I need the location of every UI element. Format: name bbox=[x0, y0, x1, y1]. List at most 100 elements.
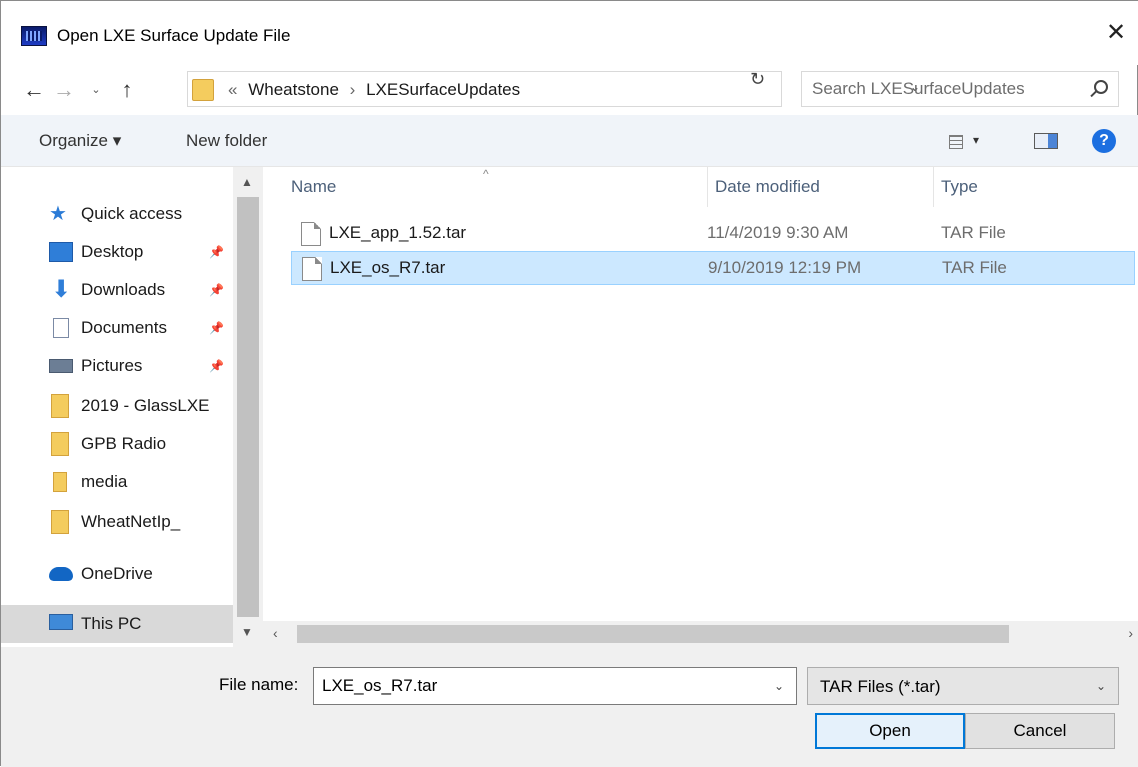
folder-icon bbox=[51, 394, 69, 418]
scroll-left-icon[interactable]: ‹ bbox=[273, 625, 278, 641]
app-icon bbox=[21, 26, 47, 46]
sidebar-item-media[interactable]: media bbox=[1, 463, 233, 501]
folder-icon bbox=[51, 432, 69, 456]
scrollbar-thumb[interactable] bbox=[297, 625, 1009, 643]
recent-locations-button[interactable]: ⌄ bbox=[83, 75, 109, 105]
scroll-down-icon[interactable]: ▼ bbox=[241, 625, 253, 639]
sidebar-item-2019-glasslxe[interactable]: 2019 - GlassLXE bbox=[1, 387, 233, 425]
breadcrumb: « Wheatstone › LXESurfaceUpdates bbox=[222, 80, 520, 100]
sidebar-item-documents[interactable]: Documents 📌 bbox=[1, 309, 233, 347]
change-view-icon[interactable] bbox=[949, 135, 963, 149]
column-label: Date modified bbox=[715, 177, 820, 196]
file-date: 11/4/2019 9:30 AM bbox=[707, 223, 849, 242]
sidebar-item-desktop[interactable]: Desktop 📌 bbox=[1, 233, 233, 271]
folder-icon bbox=[192, 79, 214, 101]
file-name: LXE_app_1.52.tar bbox=[329, 223, 467, 242]
window-title: Open LXE Surface Update File bbox=[57, 26, 291, 45]
folder-icon bbox=[51, 510, 69, 534]
back-button[interactable]: ← bbox=[21, 75, 47, 105]
column-header-date[interactable]: Date modified bbox=[715, 177, 820, 197]
sidebar-item-onedrive[interactable]: OneDrive bbox=[1, 555, 233, 593]
dialog-footer: File name: ⌄ TAR Files (*.tar) ⌄ Open Ca… bbox=[1, 647, 1138, 767]
computer-icon bbox=[49, 614, 73, 630]
file-row[interactable]: LXE_app_1.52.tar 11/4/2019 9:30 AM TAR F… bbox=[291, 217, 1135, 251]
search-input[interactable] bbox=[810, 72, 1080, 106]
cloud-icon bbox=[49, 567, 73, 581]
sidebar-item-pictures[interactable]: Pictures 📌 bbox=[1, 347, 233, 385]
pin-icon[interactable]: 📌 bbox=[209, 283, 224, 297]
download-icon: ⬇ bbox=[50, 276, 72, 303]
title-bar: Open LXE Surface Update File ✕ bbox=[1, 1, 1138, 65]
view-dropdown-icon[interactable]: ▾ bbox=[973, 133, 979, 147]
breadcrumb-wheatstone[interactable]: Wheatstone bbox=[248, 80, 339, 99]
column-header-name[interactable]: Name bbox=[291, 177, 336, 197]
sidebar-item-label: OneDrive bbox=[81, 564, 153, 583]
pictures-icon bbox=[49, 359, 73, 373]
pin-icon[interactable]: 📌 bbox=[209, 321, 224, 335]
file-list: Name ^ Date modified Type LXE_app_1.52.t… bbox=[263, 167, 1138, 621]
chevron-down-icon: ⌄ bbox=[1095, 679, 1106, 693]
sidebar-item-downloads[interactable]: ⬇ Downloads 📌 bbox=[1, 271, 233, 309]
file-type: TAR File bbox=[941, 223, 1006, 242]
sidebar-item-wheatnetip[interactable]: WheatNetIp_Screenshots bbox=[1, 503, 233, 541]
column-label: Name bbox=[291, 177, 337, 196]
sidebar-item-label: This PC bbox=[81, 614, 142, 633]
file-row-selected[interactable]: LXE_os_R7.tar 9/10/2019 12:19 PM TAR Fil… bbox=[291, 251, 1135, 285]
sidebar-item-label: GPB Radio bbox=[81, 434, 167, 453]
address-bar[interactable]: « Wheatstone › LXESurfaceUpdates ⌄ bbox=[187, 71, 920, 107]
star-icon: ★ bbox=[49, 203, 67, 225]
organize-button[interactable]: Organize ▾ bbox=[39, 131, 121, 151]
scroll-right-icon[interactable]: › bbox=[1128, 625, 1133, 641]
sort-ascending-icon: ^ bbox=[483, 167, 489, 181]
file-name-input[interactable] bbox=[320, 668, 760, 704]
search-icon[interactable] bbox=[1094, 80, 1108, 94]
breadcrumb-overflow[interactable]: « bbox=[222, 80, 243, 99]
breadcrumb-lxesurfaceupdates[interactable]: LXESurfaceUpdates bbox=[366, 80, 520, 99]
command-bar: Organize ▾ New folder ▾ ? bbox=[1, 115, 1138, 167]
file-icon bbox=[301, 222, 321, 246]
preview-pane-icon[interactable] bbox=[1034, 133, 1058, 149]
help-icon[interactable]: ? bbox=[1092, 129, 1116, 153]
file-type-value: TAR Files (*.tar) bbox=[820, 677, 941, 696]
desktop-icon bbox=[49, 242, 73, 262]
file-date: 9/10/2019 12:19 PM bbox=[708, 258, 862, 277]
media-folder-icon bbox=[53, 472, 67, 492]
file-name-combo: ⌄ bbox=[313, 667, 797, 705]
open-file-dialog: Open LXE Surface Update File ✕ ← → ⌄ ↑ «… bbox=[0, 0, 1138, 767]
search-box bbox=[801, 71, 1119, 107]
column-divider[interactable] bbox=[707, 167, 708, 207]
open-button[interactable]: Open bbox=[815, 713, 965, 749]
sidebar-scrollbar[interactable]: ▲ ▼ bbox=[233, 167, 263, 647]
breadcrumb-separator[interactable]: › bbox=[344, 80, 362, 99]
up-button[interactable]: ↑ bbox=[114, 75, 140, 105]
cancel-button[interactable]: Cancel bbox=[965, 713, 1115, 749]
file-type: TAR File bbox=[942, 258, 1007, 277]
forward-button[interactable]: → bbox=[51, 75, 77, 105]
pin-icon[interactable]: 📌 bbox=[209, 245, 224, 259]
file-icon bbox=[302, 257, 322, 281]
new-folder-button[interactable]: New folder bbox=[186, 131, 267, 151]
navigation-pane: ★ Quick access Desktop 📌 ⬇ Downloads 📌 D… bbox=[1, 167, 263, 647]
file-name-label: File name: bbox=[219, 675, 299, 694]
document-icon bbox=[53, 318, 69, 338]
sidebar-item-quick-access[interactable]: ★ Quick access bbox=[1, 195, 233, 233]
horizontal-scrollbar[interactable]: ‹ › bbox=[263, 621, 1138, 647]
scroll-up-icon[interactable]: ▲ bbox=[241, 175, 253, 189]
sidebar-item-gpb-radio[interactable]: GPB Radio bbox=[1, 425, 233, 463]
scrollbar-thumb[interactable] bbox=[237, 197, 259, 617]
file-type-select[interactable]: TAR Files (*.tar) ⌄ bbox=[807, 667, 1119, 705]
pin-icon[interactable]: 📌 bbox=[209, 359, 224, 373]
close-button[interactable]: ✕ bbox=[1093, 13, 1138, 53]
refresh-icon[interactable]: ↻ bbox=[750, 69, 765, 90]
sidebar-item-this-pc[interactable]: This PC bbox=[1, 605, 233, 643]
sidebar-item-label: WheatNetIp_Screenshots bbox=[81, 512, 181, 531]
column-header-type[interactable]: Type bbox=[941, 177, 978, 197]
file-name: LXE_os_R7.tar bbox=[330, 258, 446, 277]
address-row: ← → ⌄ ↑ « Wheatstone › LXESurfaceUpdates… bbox=[1, 65, 1138, 115]
sidebar-item-label: media bbox=[81, 472, 128, 491]
sidebar-item-label: 2019 - GlassLXE bbox=[81, 396, 210, 415]
column-label: Type bbox=[941, 177, 978, 196]
sidebar-item-label: Quick access bbox=[81, 204, 183, 223]
column-divider[interactable] bbox=[933, 167, 934, 207]
chevron-down-icon[interactable]: ⌄ bbox=[774, 679, 784, 693]
